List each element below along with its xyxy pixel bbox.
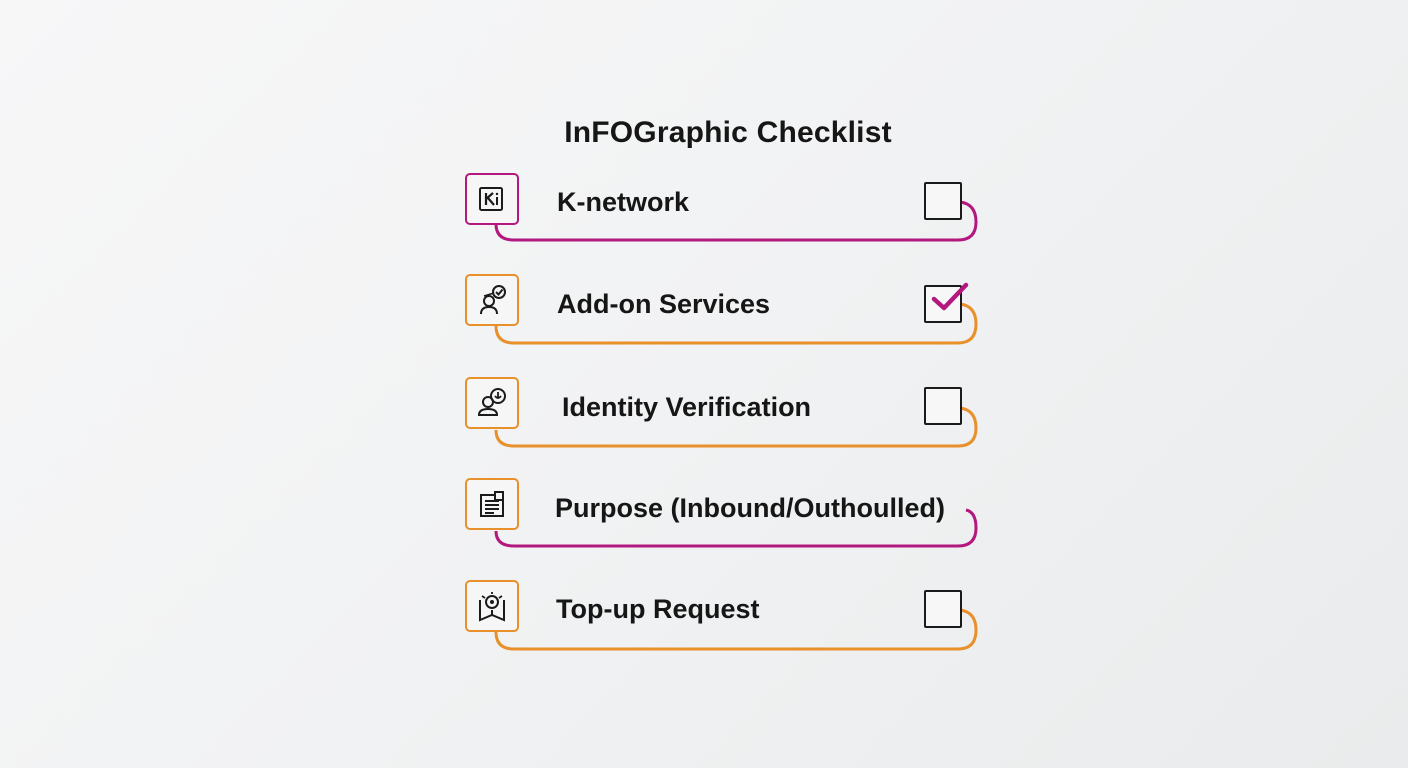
pin-book-icon [479,592,505,622]
connector-lines [494,200,978,651]
icon-box-top-up-request [465,580,519,632]
checkmark-icon [931,282,969,311]
document-icon [480,491,504,517]
icon-box-purpose [465,478,519,530]
checkbox-add-on-services[interactable] [924,282,969,323]
checkbox-identity-verification[interactable] [924,387,962,425]
icon-box-identity-verification [465,377,519,429]
item-label-top-up-request: Top-up Request [556,594,760,624]
item-label-identity-verification: Identity Verification [562,392,812,422]
item-label-purpose: Purpose (Inbound/Outhoulled) [555,493,945,523]
checkbox-k-network[interactable] [924,182,962,220]
user-badge-icon [477,388,506,416]
k-network-icon [479,187,503,211]
icon-box-k-network [465,173,519,225]
item-label-add-on-services: Add-on Services [557,289,771,319]
icon-box-add-on-services [465,274,519,326]
item-label-k-network: K-network [557,187,690,217]
user-check-icon [480,285,506,315]
checkbox-top-up-request[interactable] [924,590,962,628]
